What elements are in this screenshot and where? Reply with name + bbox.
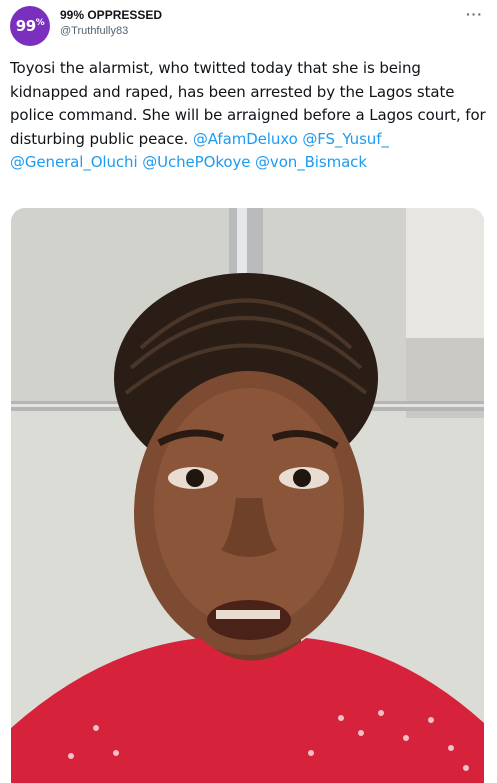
avatar[interactable]: 99%: [10, 6, 50, 46]
mention-link[interactable]: @UchePOkoye: [142, 153, 250, 171]
tweet-text: Toyosi the alarmist, who twitted today t…: [10, 57, 490, 175]
mention-link[interactable]: @General_Oluchi: [10, 153, 138, 171]
more-dots-icon[interactable]: ···: [466, 6, 483, 22]
mention-link[interactable]: @FS_Yusuf_: [302, 130, 389, 148]
tweet-card[interactable]: 99% 99% OPPRESSED @Truthfully83 ··· Toyo…: [0, 0, 497, 783]
avatar-sup: %: [35, 18, 45, 28]
author-handle[interactable]: @Truthfully83: [60, 25, 128, 37]
mention-link[interactable]: @AfamDeluxo: [193, 130, 298, 148]
author-display-name[interactable]: 99% OPPRESSED: [60, 8, 162, 22]
avatar-text: 99: [15, 17, 36, 35]
photo-woman-portrait: [11, 208, 484, 783]
tweet-header: 99% 99% OPPRESSED @Truthfully83 ···: [10, 6, 487, 46]
tweet-media-photo[interactable]: [11, 208, 484, 783]
mention-link[interactable]: @von_Bismack: [255, 153, 367, 171]
